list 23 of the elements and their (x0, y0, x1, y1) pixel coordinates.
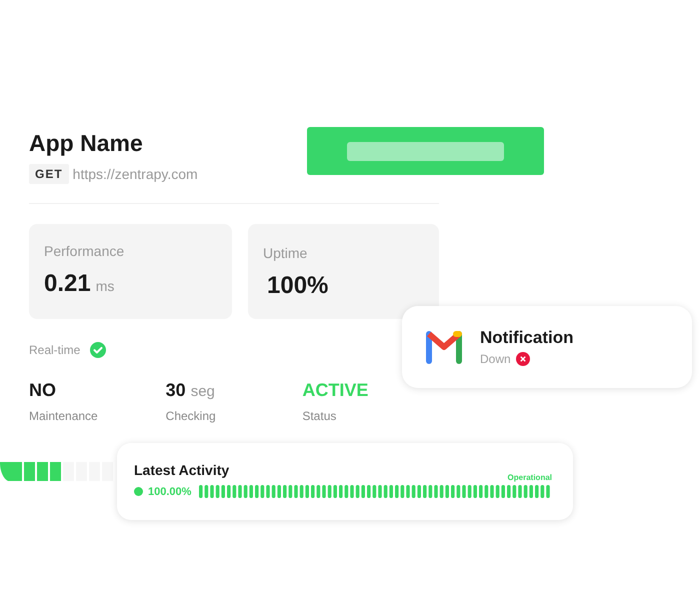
action-button[interactable] (306, 127, 544, 175)
metric-label: Uptime (263, 245, 308, 261)
metric-value: 100% (267, 272, 328, 300)
app-title: App Name (29, 129, 144, 157)
stat-value: ACTIVE (302, 380, 368, 401)
stat-value: NO (29, 380, 56, 401)
realtime-label: Real-time (29, 343, 80, 357)
notification-title: Notification (480, 328, 574, 348)
stat-label: Status (302, 409, 338, 423)
metric-value: 0.21 (44, 270, 91, 298)
method-tag: GET (29, 164, 69, 184)
notification-status: Down (480, 352, 511, 366)
status-label: Operational (508, 473, 552, 482)
metric-label: Performance (44, 243, 126, 259)
stat-label: Checking (166, 409, 217, 423)
metric-unit: ms (96, 278, 114, 294)
activity-title: Latest Activity (134, 462, 230, 478)
url-text: https://zentrapy.com (72, 166, 198, 182)
mail-icon (426, 330, 462, 364)
stat-value: 30 (166, 380, 186, 401)
uptime-percent: 100.00% (148, 486, 192, 498)
stat-unit: seg (190, 383, 215, 400)
stat-label: Maintenance (29, 409, 99, 423)
